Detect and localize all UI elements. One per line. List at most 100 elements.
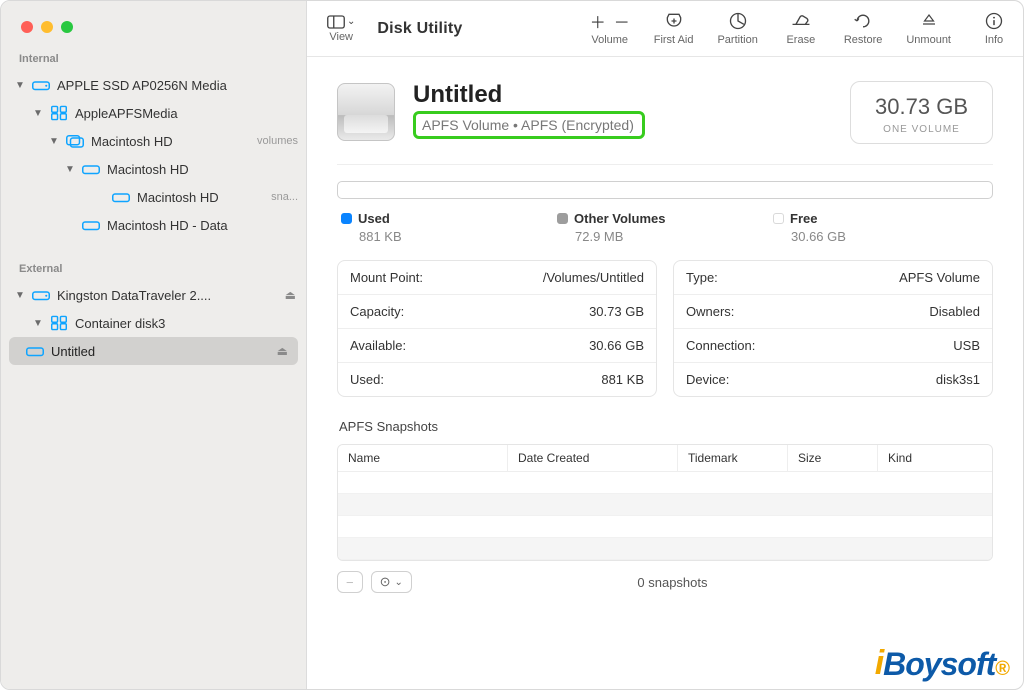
chevron-down-icon: ⌄ [347, 16, 355, 27]
volume-icon [81, 216, 101, 234]
sidebar-item-machd-container[interactable]: ▼ Macintosh HD volumes [1, 127, 306, 155]
volume-facts: Mount Point: /Volumes/Untitled Capacity: 3… [337, 260, 993, 397]
legend-value: 72.9 MB [575, 229, 773, 244]
toolbar-button-label: Restore [844, 34, 883, 46]
first-aid-button[interactable]: First Aid [654, 11, 694, 46]
sidebar-item-container-disk3[interactable]: ▼ Container disk3 [1, 309, 306, 337]
swatch-used-icon [341, 213, 352, 224]
column-header[interactable]: Kind [878, 445, 992, 471]
fact-key: Device: [686, 372, 729, 387]
legend-free: Free 30.66 GB [773, 211, 989, 244]
snapshots-body [338, 472, 992, 560]
chevron-down-icon[interactable]: ▼ [15, 80, 25, 91]
container-icon [49, 104, 69, 122]
legend-label: Used [358, 211, 390, 226]
partition-button[interactable]: Partition [717, 11, 757, 46]
disk-icon [31, 76, 51, 94]
sidebar-item-label: Untitled [51, 344, 271, 359]
unmount-icon [920, 11, 938, 31]
snapshots-title: APFS Snapshots [339, 419, 993, 434]
table-row [338, 494, 992, 516]
minus-icon: － [614, 9, 630, 33]
plus-icon: ＋ [590, 9, 606, 33]
sidebar-item-untitled[interactable]: ▼ Untitled ⏏ [9, 337, 298, 365]
eject-icon[interactable]: ⏏ [285, 288, 296, 302]
table-row [338, 472, 992, 494]
restore-button[interactable]: Restore [844, 11, 883, 46]
fact-key: Used: [350, 372, 384, 387]
toolbar-button-label: Info [985, 34, 1003, 46]
usage-bar [337, 181, 993, 199]
app-title: Disk Utility [377, 20, 462, 38]
column-header[interactable]: Tidemark [678, 445, 788, 471]
unmount-button[interactable]: Unmount [906, 11, 951, 46]
fact-value: USB [953, 338, 980, 353]
column-header[interactable]: Name [338, 445, 508, 471]
toolbar-button-label: First Aid [654, 34, 694, 46]
volume-subtitle-highlight: APFS Volume • APFS (Encrypted) [413, 111, 645, 139]
fact-key: Owners: [686, 304, 734, 319]
sidebar-item-machd-snapshot[interactable]: ▼ Macintosh HD sna... [1, 183, 306, 211]
chevron-down-icon[interactable]: ▼ [49, 136, 59, 147]
view-menu-button[interactable]: ⌄ View [327, 15, 355, 43]
erase-button[interactable]: Erase [782, 11, 820, 46]
disk-icon [31, 286, 51, 304]
fact-key: Mount Point: [350, 270, 423, 285]
remove-snapshot-button[interactable]: − [337, 571, 363, 593]
sidebar-item-label: Macintosh HD [91, 134, 247, 149]
sidebar-item-aux: volumes [257, 135, 298, 147]
facts-right: Type:APFS Volume Owners:Disabled Connect… [673, 260, 993, 397]
sidebar-item-label: Macintosh HD [107, 162, 298, 177]
sidebar-item-kingston[interactable]: ▼ Kingston DataTraveler 2.... ⏏ [1, 281, 306, 309]
chevron-down-icon[interactable]: ▼ [33, 318, 43, 329]
snapshots-footer: − ⊙⌄ 0 snapshots [337, 571, 993, 593]
column-header[interactable]: Date Created [508, 445, 678, 471]
fact-value: 30.66 GB [589, 338, 644, 353]
fact-value: disk3s1 [936, 372, 980, 387]
sidebar: Internal ▼ APPLE SSD AP0256N Media ▼ App… [1, 1, 307, 689]
legend-label: Free [790, 211, 817, 226]
eject-icon[interactable]: ⏏ [277, 344, 288, 358]
sidebar-item-label: Macintosh HD - Data [107, 218, 298, 233]
sidebar-item-label: AppleAPFSMedia [75, 106, 298, 121]
volume-icon [111, 188, 131, 206]
fact-key: Capacity: [350, 304, 404, 319]
volumes-icon [65, 132, 85, 150]
legend-used: Used 881 KB [341, 211, 557, 244]
sidebar-item-internal-ssd[interactable]: ▼ APPLE SSD AP0256N Media [1, 71, 306, 99]
fact-key: Connection: [686, 338, 755, 353]
chevron-down-icon[interactable]: ▼ [65, 164, 75, 175]
sidebar-item-machd[interactable]: ▼ Macintosh HD [1, 155, 306, 183]
volume-icon [25, 342, 45, 360]
first-aid-icon [664, 11, 684, 31]
volume-icon [81, 160, 101, 178]
internal-tree: ▼ APPLE SSD AP0256N Media ▼ AppleAPFSMed… [1, 71, 306, 239]
sidebar-item-label: Kingston DataTraveler 2.... [57, 288, 279, 303]
sidebar-item-label: Container disk3 [75, 316, 298, 331]
erase-icon [790, 11, 812, 31]
volume-size: 30.73 GB [875, 94, 968, 120]
chevron-down-icon[interactable]: ▼ [33, 108, 43, 119]
zoom-window-icon[interactable] [61, 21, 73, 33]
usage-legend: Used 881 KB Other Volumes 72.9 MB Free 3… [337, 211, 993, 250]
sidebar-item-machd-data[interactable]: ▼ Macintosh HD - Data [1, 211, 306, 239]
fact-value: /Volumes/Untitled [543, 270, 644, 285]
fact-key: Available: [350, 338, 406, 353]
volume-button[interactable]: ＋－ Volume [590, 11, 630, 46]
volume-header: Untitled APFS Volume • APFS (Encrypted) … [337, 81, 993, 144]
legend-value: 30.66 GB [791, 229, 989, 244]
restore-icon [853, 11, 873, 31]
fact-value: Disabled [929, 304, 980, 319]
sidebar-item-apfs-media[interactable]: ▼ AppleAPFSMedia [1, 99, 306, 127]
close-window-icon[interactable] [21, 21, 33, 33]
snapshot-count: 0 snapshots [420, 575, 925, 590]
toolbar: ⌄ View Disk Utility ＋－ Volume First Aid [307, 1, 1023, 57]
column-header[interactable]: Size [788, 445, 878, 471]
minimize-window-icon[interactable] [41, 21, 53, 33]
volume-subtitle: APFS Volume • APFS (Encrypted) [422, 117, 634, 133]
info-button[interactable]: Info [975, 11, 1013, 46]
chevron-down-icon[interactable]: ▼ [15, 290, 25, 301]
sidebar-layout-icon [327, 15, 345, 29]
partition-icon [728, 11, 748, 31]
snapshot-actions-button[interactable]: ⊙⌄ [371, 571, 412, 593]
